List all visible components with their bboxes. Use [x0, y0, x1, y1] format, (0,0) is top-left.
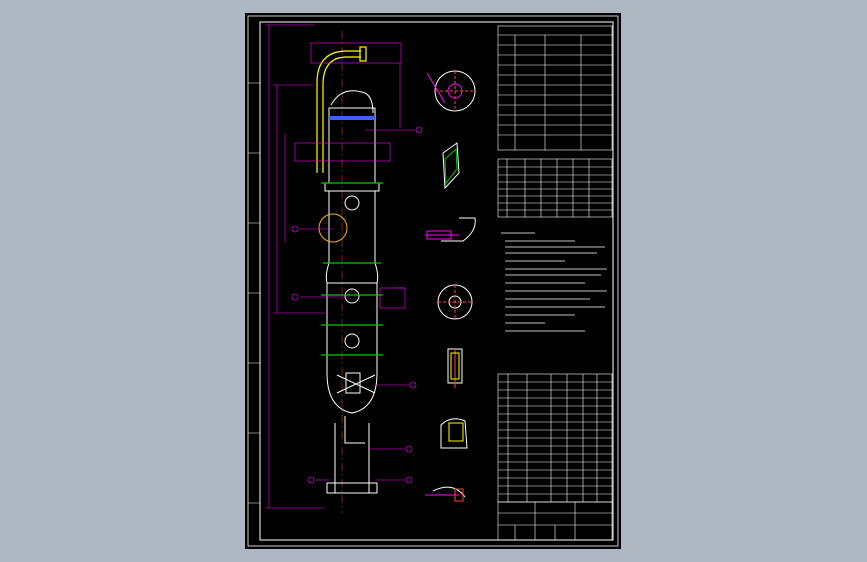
- support-ring-icon: [437, 284, 473, 320]
- callout-bubbles: [291, 126, 423, 484]
- top-dimension-lines: [294, 42, 406, 309]
- detail-views: [425, 70, 476, 502]
- drawing-canvas: [247, 15, 619, 547]
- flange-section-icon: [426, 70, 476, 112]
- manway-section-icon: [425, 217, 476, 242]
- technical-notes: [501, 232, 607, 332]
- support-rings: [321, 182, 383, 356]
- column-vessel: [324, 90, 380, 494]
- cad-viewport[interactable]: [0, 0, 867, 562]
- height-dimension: [265, 24, 325, 509]
- overhead-vapor-pipe: [316, 46, 367, 173]
- pipe-support-detail: [447, 348, 463, 388]
- nozzle-detail-icon: [442, 142, 460, 190]
- anchor-bolt-detail: [425, 486, 466, 502]
- nozzle-highlight: [318, 213, 348, 243]
- parts-list-table: [497, 373, 613, 503]
- packing-layer: [329, 116, 375, 120]
- nozzle-table: [497, 158, 613, 218]
- drawing-sheet[interactable]: [245, 13, 621, 549]
- title-block: [497, 501, 613, 541]
- outer-frame: [247, 15, 619, 547]
- design-data-table: [497, 25, 613, 151]
- skirt-opening-detail: [440, 418, 468, 449]
- left-zone-markers: [248, 82, 260, 504]
